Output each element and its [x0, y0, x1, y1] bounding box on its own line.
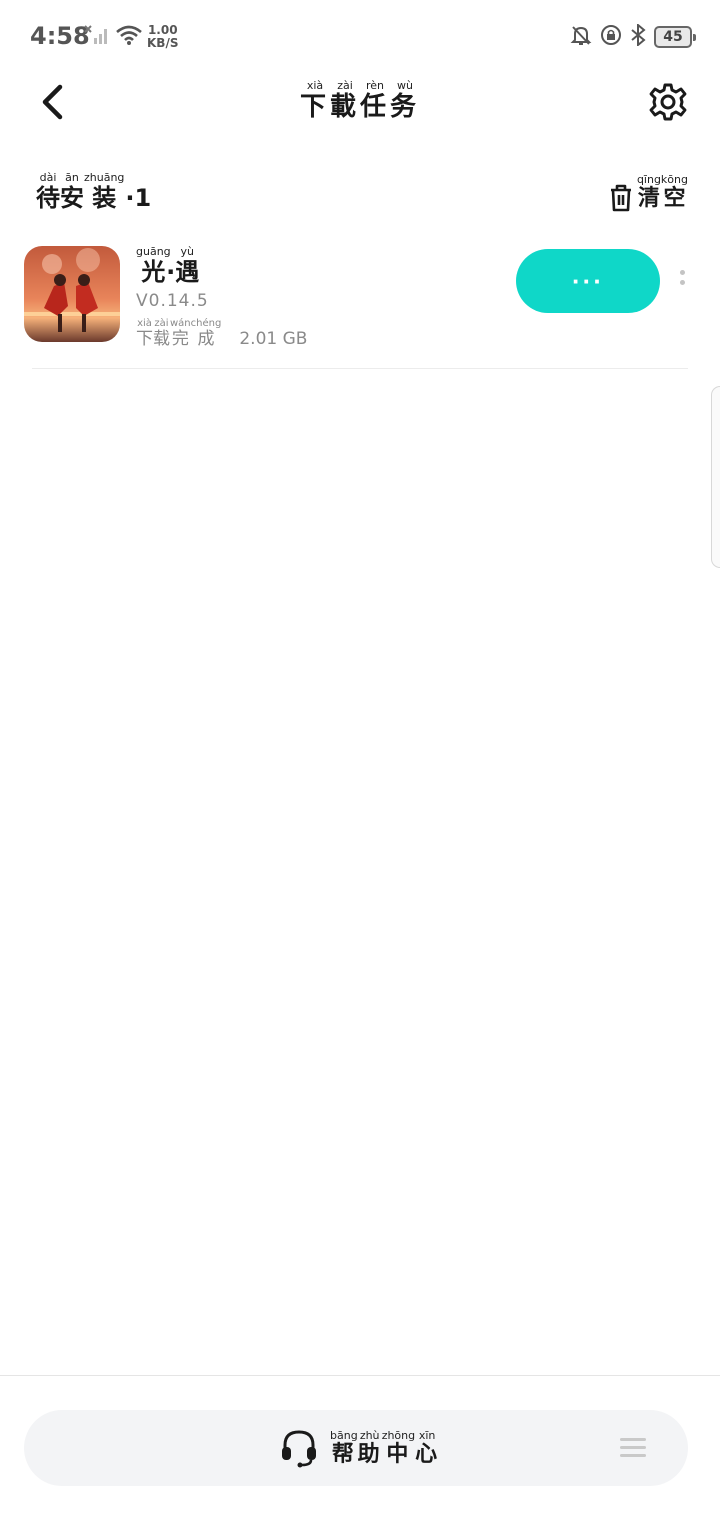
bottom-divider [0, 1375, 720, 1376]
section-count: ·1 [125, 184, 152, 212]
signal-icon [84, 24, 110, 50]
mute-bell-icon [570, 24, 592, 50]
file-size: 2.01 GB [239, 329, 308, 349]
bluetooth-icon [630, 22, 646, 50]
section-title: 待dài安ān装zhuāng·1 [36, 171, 152, 212]
app-name: 光guāng·遇yù [136, 245, 200, 286]
download-status: 下xià载zài完wán成chéng 2.01 GB [136, 318, 307, 349]
settings-button[interactable] [648, 82, 688, 122]
page-title: 下xià載zài任rèn务wù [299, 79, 421, 122]
help-center-bar[interactable]: 帮bāng助zhù中zhōng心xīn [24, 1410, 688, 1486]
wifi-icon [116, 25, 142, 49]
clear-all-button[interactable]: 清qīng空kōng [609, 173, 688, 212]
network-speed: 1.00 KB/S [147, 24, 178, 50]
rotation-lock-icon [600, 24, 622, 50]
pending-install-section: 待dài安ān装zhuāng·1 清qīng空kōng [0, 171, 720, 220]
divider [32, 368, 688, 369]
status-bar: 4:58 1.00 KB/S 45 [0, 0, 720, 72]
clear-all-label: 清qīng空kōng [636, 173, 688, 211]
app-version: V0.14.5 [136, 291, 209, 311]
download-task-item[interactable]: 光guāng·遇yù V0.14.5 下xià载zài完wán成chéng 2.… [24, 245, 696, 349]
status-text: 下xià载zài完wán成chéng [136, 318, 222, 349]
speed-unit: KB/S [147, 36, 179, 50]
menu-icon[interactable] [620, 1438, 646, 1458]
top-bar: 下xià載zài任rèn务wù [0, 72, 720, 132]
gear-icon [649, 83, 687, 121]
status-time: 4:58 [30, 22, 90, 50]
install-action-button[interactable]: ··· [516, 249, 660, 313]
more-dot-icon [679, 270, 685, 275]
more-dot-icon [679, 280, 685, 285]
more-options-button[interactable] [676, 270, 688, 292]
headset-icon [282, 1430, 316, 1468]
edge-handle[interactable] [711, 386, 720, 568]
battery-indicator: 45 [654, 26, 696, 48]
app-icon [24, 246, 120, 342]
trash-icon [610, 184, 631, 212]
help-center-label: 帮bāng助zhù中zhōng心xīn [330, 1429, 440, 1467]
